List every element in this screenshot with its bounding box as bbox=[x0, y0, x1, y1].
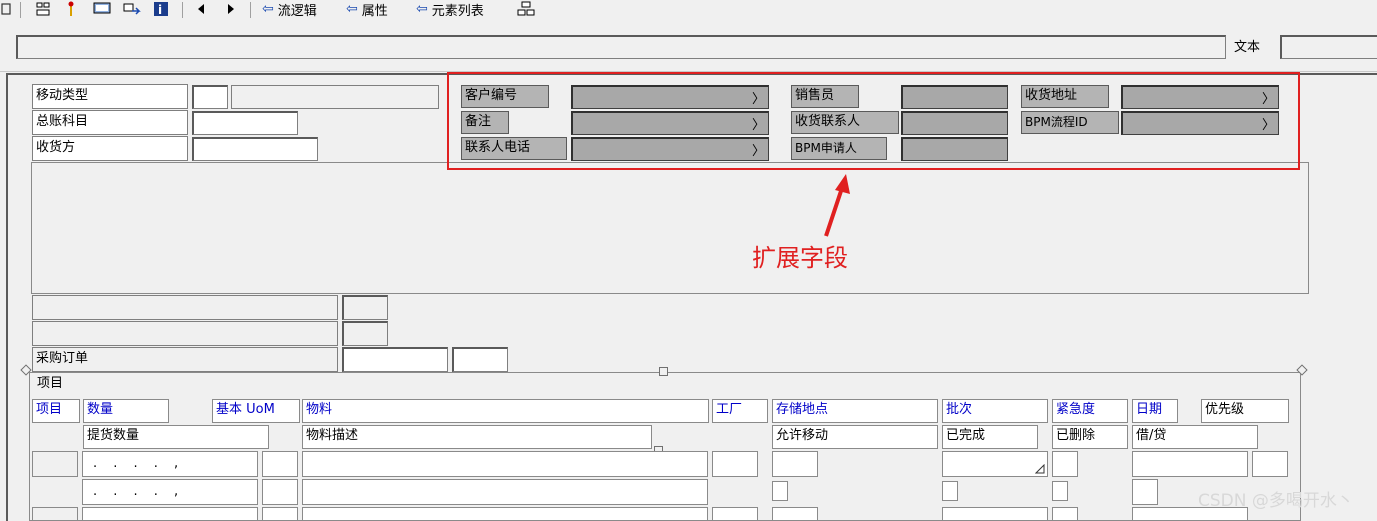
toolbar-separator bbox=[182, 2, 183, 18]
col-pickup-qty[interactable]: 提货数量 bbox=[83, 425, 269, 449]
plant-cell[interactable] bbox=[712, 507, 758, 521]
receiver-label: 收货方 bbox=[32, 136, 188, 161]
completed-checkbox[interactable] bbox=[942, 481, 958, 501]
material-cell[interactable] bbox=[302, 451, 708, 477]
toolbar-separator bbox=[20, 2, 21, 18]
item-no-cell[interactable] bbox=[32, 507, 78, 521]
toolbar: i ⇦ 流逻辑 ⇦ 属性 ⇦ 元素列表 bbox=[0, 0, 1377, 20]
layout-editor-icon[interactable] bbox=[516, 1, 536, 17]
subscreen-area bbox=[31, 162, 1309, 294]
material-cell[interactable] bbox=[302, 507, 708, 521]
item-no-cell bbox=[32, 479, 78, 505]
date-cell[interactable] bbox=[1132, 451, 1248, 477]
quantity-cell[interactable]: . . . . , bbox=[82, 479, 258, 505]
text-field[interactable] bbox=[1280, 35, 1377, 59]
urgency-cell[interactable] bbox=[1052, 507, 1078, 521]
col-material[interactable]: 物料 bbox=[302, 399, 709, 423]
movement-type-text bbox=[231, 85, 439, 109]
command-bar: 文本 bbox=[0, 24, 1377, 72]
quantity-cell[interactable] bbox=[82, 507, 258, 521]
batch-cell[interactable] bbox=[942, 507, 1048, 521]
storage-location-cell[interactable] bbox=[772, 451, 818, 477]
resize-handle-icon[interactable] bbox=[659, 367, 668, 376]
movement-type-field[interactable] bbox=[192, 85, 228, 109]
col-quantity[interactable]: 数量 bbox=[83, 399, 169, 423]
attributes-link[interactable]: ⇦ 属性 bbox=[346, 0, 388, 19]
col-item[interactable]: 项目 bbox=[32, 399, 80, 423]
po-row2-field[interactable] bbox=[342, 321, 388, 346]
material-desc-cell[interactable] bbox=[302, 479, 708, 505]
text-label: 文本 bbox=[1234, 40, 1261, 55]
annotation-box bbox=[447, 72, 1300, 170]
gl-account-field[interactable] bbox=[192, 111, 298, 135]
po-row2-label bbox=[32, 321, 338, 346]
gl-account-label: 总账科目 bbox=[32, 110, 188, 135]
flow-logic-link[interactable]: ⇦ 流逻辑 bbox=[262, 0, 317, 19]
col-completed[interactable]: 已完成 bbox=[942, 425, 1038, 449]
watermark: CSDN @多喝开水丶 bbox=[1198, 491, 1354, 511]
deleted-checkbox[interactable] bbox=[1052, 481, 1068, 501]
col-material-desc[interactable]: 物料描述 bbox=[302, 425, 652, 449]
hierarchy-icon[interactable] bbox=[34, 1, 52, 17]
col-debit-credit[interactable]: 借/贷 bbox=[1132, 425, 1258, 449]
quantity-cell[interactable]: . . . . , bbox=[82, 451, 258, 477]
col-storage-location[interactable]: 存储地点 bbox=[772, 399, 938, 423]
plant-cell[interactable] bbox=[712, 451, 758, 477]
col-plant[interactable]: 工厂 bbox=[712, 399, 768, 423]
uom-cell[interactable] bbox=[262, 507, 298, 521]
attributes-label: 属性 bbox=[361, 3, 388, 19]
left-arrow-icon: ⇦ bbox=[346, 1, 358, 17]
batch-cell[interactable] bbox=[942, 451, 1048, 477]
layout-icon[interactable] bbox=[0, 1, 12, 17]
po-row1-label bbox=[32, 295, 338, 320]
priority-cell[interactable] bbox=[1252, 451, 1288, 477]
col-allow-move[interactable]: 允许移动 bbox=[772, 425, 938, 449]
uom-cell[interactable] bbox=[262, 479, 298, 505]
purchase-order-label: 采购订单 bbox=[32, 347, 338, 372]
element-list-link[interactable]: ⇦ 元素列表 bbox=[416, 0, 484, 19]
back-arrow-icon[interactable] bbox=[196, 1, 206, 17]
left-arrow-icon: ⇦ bbox=[262, 1, 274, 17]
items-group-title: 项目 bbox=[34, 375, 67, 393]
allow-move-checkbox[interactable] bbox=[772, 481, 788, 501]
po-row1-field[interactable] bbox=[342, 295, 388, 320]
receiver-field[interactable] bbox=[192, 137, 318, 161]
info-icon[interactable]: i bbox=[152, 1, 170, 17]
purchase-order-field[interactable] bbox=[342, 347, 448, 372]
annotation-arrow-icon bbox=[824, 174, 850, 237]
svg-text:i: i bbox=[158, 3, 162, 17]
dropdown-corner-icon bbox=[1035, 464, 1045, 474]
pin-icon[interactable] bbox=[64, 1, 78, 17]
uom-cell[interactable] bbox=[262, 451, 298, 477]
movement-type-label: 移动类型 bbox=[32, 84, 188, 109]
element-list-label: 元素列表 bbox=[431, 3, 484, 19]
annotation-label: 扩展字段 bbox=[752, 244, 848, 272]
storage-location-cell[interactable] bbox=[772, 507, 818, 521]
debit-credit-cell[interactable] bbox=[1132, 479, 1158, 505]
item-no-cell[interactable] bbox=[32, 451, 78, 477]
col-urgency[interactable]: 紧急度 bbox=[1052, 399, 1128, 423]
screen-icon[interactable] bbox=[92, 1, 112, 17]
col-date[interactable]: 日期 bbox=[1132, 399, 1178, 423]
left-arrow-icon: ⇦ bbox=[416, 1, 428, 17]
col-batch[interactable]: 批次 bbox=[942, 399, 1048, 423]
col-base-uom[interactable]: 基本 UoM bbox=[212, 399, 300, 423]
urgency-cell[interactable] bbox=[1052, 451, 1078, 477]
col-deleted[interactable]: 已删除 bbox=[1052, 425, 1128, 449]
col-priority[interactable]: 优先级 bbox=[1201, 399, 1289, 423]
forward-arrow-icon[interactable] bbox=[226, 1, 236, 17]
flow-logic-label: 流逻辑 bbox=[277, 3, 317, 19]
purchase-order-item-field[interactable] bbox=[452, 347, 508, 372]
toolbar-separator bbox=[250, 2, 251, 18]
command-field[interactable] bbox=[16, 35, 1226, 59]
transfer-icon[interactable] bbox=[122, 1, 142, 17]
